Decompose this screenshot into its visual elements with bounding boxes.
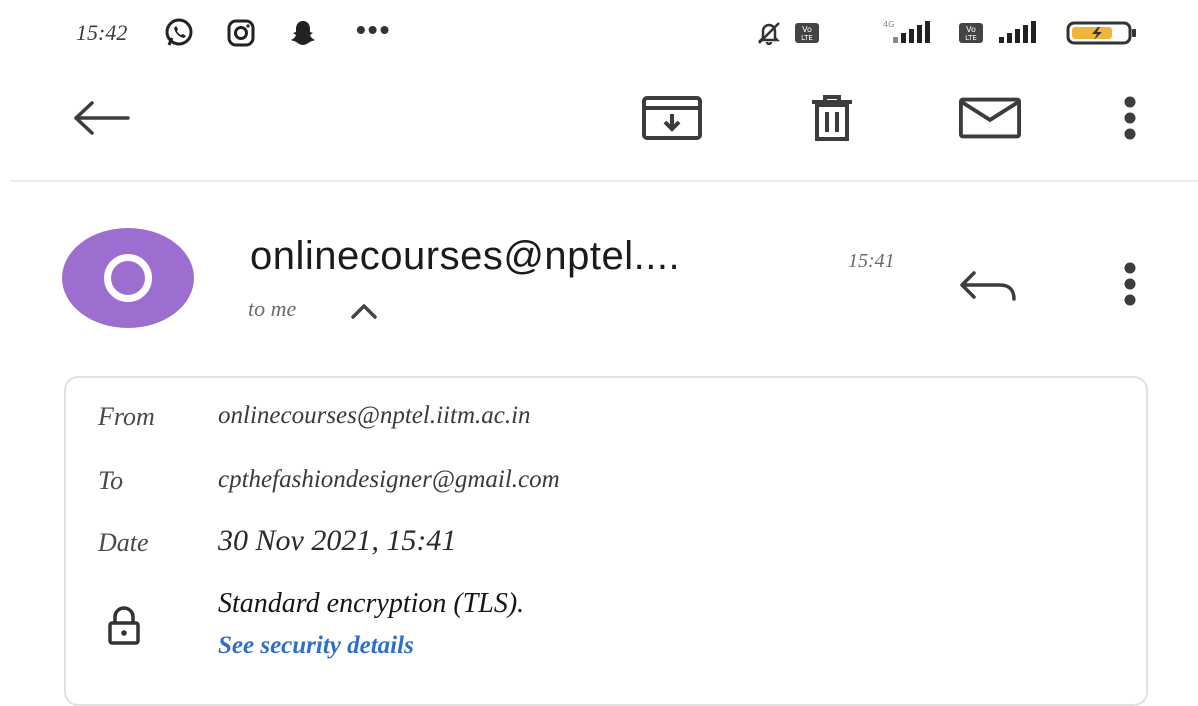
sender-name: onlinecourses@nptel.... [250,234,681,278]
sender-avatar[interactable] [62,228,194,328]
mail-icon [958,97,1022,139]
lock-icon [104,606,144,651]
message-more-button[interactable] [1098,252,1162,316]
signal-icon [992,16,1048,50]
reply-button[interactable] [956,254,1020,318]
svg-text:Vo: Vo [802,25,812,34]
back-button[interactable] [68,86,132,150]
more-vert-icon [1124,262,1136,306]
from-label: From [98,402,155,431]
delete-button[interactable] [800,86,864,150]
archive-icon [642,96,702,140]
more-vert-icon [1124,96,1136,140]
trash-icon [812,95,852,141]
volte-icon-2: Vo LTE [954,16,988,50]
svg-text:Vo: Vo [966,25,976,34]
date-value: 30 Nov 2021, 15:41 [218,524,457,557]
avatar-ring-icon [104,254,152,302]
instagram-icon [224,16,258,50]
to-label: To [98,466,124,495]
svg-text:LTE: LTE [965,34,977,42]
recipient-summary: to me [248,296,297,321]
back-arrow-icon [74,101,130,135]
status-time: 15:42 [76,20,128,45]
security-details-link[interactable]: See security details [218,632,414,660]
whatsapp-icon [162,16,196,50]
more-notifications-icon: ••• [356,14,392,45]
snapchat-icon [286,16,320,50]
date-label: Date [98,528,149,557]
collapse-details-button[interactable] [346,296,382,326]
toolbar-divider [10,180,1198,182]
chevron-up-icon [351,304,377,319]
battery-charging-icon [1062,16,1142,50]
reply-icon [960,271,1016,301]
archive-button[interactable] [640,86,704,150]
volte-icon: Vo LTE [790,16,824,50]
svg-text:4G: 4G [883,20,894,29]
signal-4g-icon: 4G [874,16,944,50]
message-time: 15:41 [848,250,895,272]
mute-icon [752,16,786,50]
from-value: onlinecourses@nptel.iitm.ac.in [218,402,531,429]
mark-unread-button[interactable] [958,86,1022,150]
encryption-text: Standard encryption (TLS). [218,588,525,619]
svg-text:LTE: LTE [801,34,813,42]
more-options-button[interactable] [1098,86,1162,150]
to-value: cpthefashiondesigner@gmail.com [218,466,560,493]
